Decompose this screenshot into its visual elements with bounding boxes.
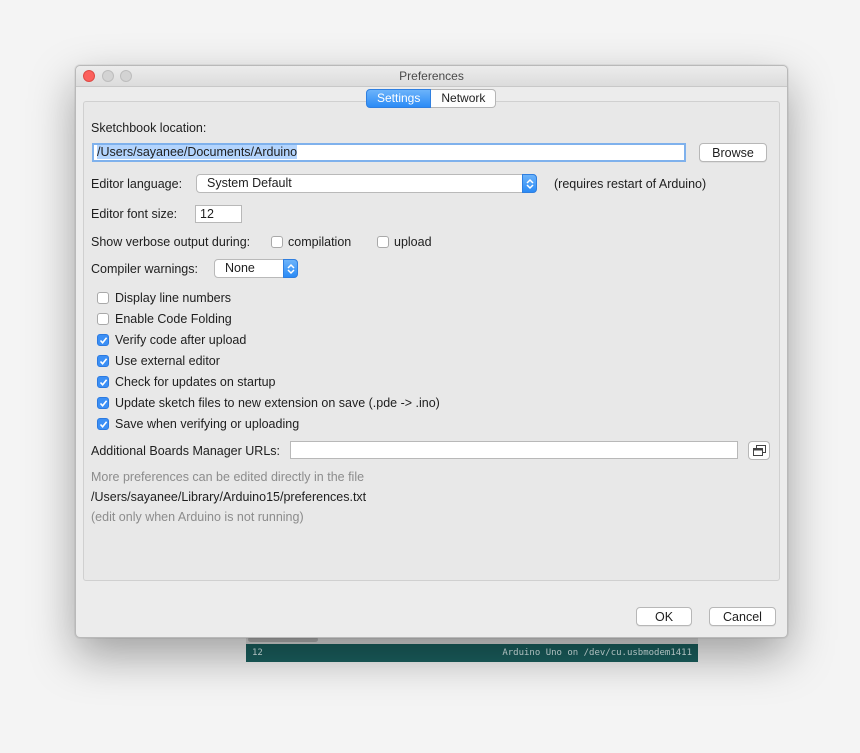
select-arrows-icon xyxy=(522,174,537,193)
restart-note: (requires restart of Arduino) xyxy=(554,177,707,191)
display-line-numbers-label: Display line numbers xyxy=(115,291,232,305)
edit-warning-note: (edit only when Arduino is not running) xyxy=(91,510,304,524)
editor-language-value: System Default xyxy=(207,176,292,190)
preferences-file-path: /Users/sayanee/Library/Arduino15/prefere… xyxy=(91,490,367,504)
ide-status-bar: 12 Arduino Uno on /dev/cu.usbmodem1411 xyxy=(246,644,698,662)
checkmark-icon xyxy=(99,337,108,345)
boards-manager-urls-label: Additional Boards Manager URLs: xyxy=(91,444,280,458)
compiler-warnings-select[interactable]: None xyxy=(214,259,298,278)
use-external-editor-checkbox[interactable] xyxy=(97,355,109,367)
editor-language-select[interactable]: System Default xyxy=(196,174,537,193)
checkmark-icon xyxy=(99,379,108,387)
check-updates-checkbox[interactable] xyxy=(97,376,109,388)
editor-font-size-label: Editor font size: xyxy=(91,207,178,221)
use-external-editor-label: Use external editor xyxy=(115,354,220,368)
compiler-warnings-label: Compiler warnings: xyxy=(91,262,198,276)
editor-language-label: Editor language: xyxy=(91,177,183,191)
compiler-warnings-value: None xyxy=(225,261,255,275)
status-board-port: Arduino Uno on /dev/cu.usbmodem1411 xyxy=(502,648,692,658)
select-arrows-icon xyxy=(283,259,298,278)
update-sketch-extension-checkbox[interactable] xyxy=(97,397,109,409)
enable-code-folding-checkbox[interactable] xyxy=(97,313,109,325)
checkmark-icon xyxy=(99,400,108,408)
verify-after-upload-label: Verify code after upload xyxy=(115,333,247,347)
window-title: Preferences xyxy=(399,69,464,83)
compilation-label: compilation xyxy=(288,235,352,249)
sketchbook-path-text: /Users/sayanee/Documents/Arduino xyxy=(97,145,298,159)
boards-manager-urls-input[interactable] xyxy=(290,441,738,459)
more-preferences-note: More preferences can be edited directly … xyxy=(91,470,365,484)
save-when-verifying-checkbox[interactable] xyxy=(97,418,109,430)
sketchbook-location-input[interactable]: /Users/sayanee/Documents/Arduino xyxy=(92,143,686,162)
check-updates-label: Check for updates on startup xyxy=(115,375,276,389)
window-stack-icon xyxy=(753,445,766,456)
sketchbook-location-label: Sketchbook location: xyxy=(91,121,207,135)
display-line-numbers-checkbox[interactable] xyxy=(97,292,109,304)
upload-label: upload xyxy=(394,235,432,249)
cancel-button[interactable]: Cancel xyxy=(709,607,776,626)
title-bar: Preferences xyxy=(76,66,787,87)
browse-button[interactable]: Browse xyxy=(699,143,767,162)
tab-bar: Settings Network xyxy=(366,89,497,108)
upload-checkbox[interactable] xyxy=(377,236,389,248)
update-sketch-extension-label: Update sketch files to new extension on … xyxy=(115,396,440,410)
ok-button[interactable]: OK xyxy=(636,607,692,626)
save-when-verifying-label: Save when verifying or uploading xyxy=(115,417,300,431)
font-size-input[interactable]: 12 xyxy=(195,205,242,223)
tab-network[interactable]: Network xyxy=(431,89,497,108)
verbose-output-label: Show verbose output during: xyxy=(91,235,251,249)
status-line-number: 12 xyxy=(252,648,263,658)
verify-after-upload-checkbox[interactable] xyxy=(97,334,109,346)
enable-code-folding-label: Enable Code Folding xyxy=(115,312,232,326)
compilation-checkbox[interactable] xyxy=(271,236,283,248)
tab-settings[interactable]: Settings xyxy=(366,89,432,108)
checkmark-icon xyxy=(99,421,108,429)
preferences-window: Preferences Settings Network Sketchbook … xyxy=(75,65,788,638)
open-url-list-button[interactable] xyxy=(748,441,770,460)
checkmark-icon xyxy=(99,358,108,366)
